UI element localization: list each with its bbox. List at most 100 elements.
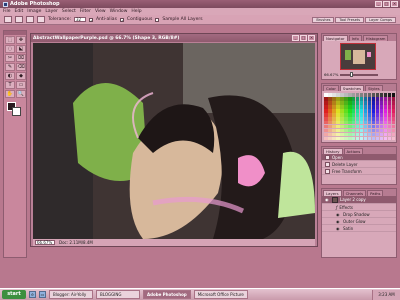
layer-row[interactable]: ◉ Layer 2 copy — [322, 196, 396, 204]
doc-maximize-button[interactable]: □ — [300, 35, 307, 41]
menu-image[interactable]: Image — [27, 9, 41, 14]
sample-all-label: Sample All Layers — [162, 17, 203, 22]
navigator-zoom-value: 66.67% — [324, 72, 339, 77]
document-info: Doc: 2.11M/8.4M — [59, 240, 93, 245]
maximize-button[interactable]: □ — [383, 1, 390, 7]
type-tool[interactable]: T — [5, 81, 15, 89]
palette-tab-layer-comps[interactable]: Layer Comps — [365, 17, 396, 23]
eye-icon[interactable]: ◉ — [336, 219, 341, 224]
show-desktop-icon[interactable]: ▭ — [39, 291, 46, 298]
history-item-delete-layer[interactable]: Delete Layer — [322, 161, 396, 168]
tab-channels[interactable]: Channels — [342, 190, 367, 196]
zoom-tool[interactable]: 🔍 — [16, 90, 26, 98]
move-tool[interactable]: ✥ — [16, 36, 26, 44]
close-button[interactable]: × — [391, 1, 398, 7]
tab-paths[interactable]: Paths — [367, 190, 384, 196]
history-item-label: Open — [332, 154, 343, 160]
system-tray-clock: 3:23 AM — [372, 289, 400, 300]
history-item-label: Free Transform — [332, 168, 362, 174]
background-color[interactable] — [12, 107, 21, 116]
layer-effect-drop-shadow[interactable]: ◉ Drop Shadow — [322, 211, 396, 218]
tab-styles[interactable]: Styles — [365, 85, 383, 91]
history-tabs: History Actions — [322, 147, 396, 154]
tolerance-input[interactable]: 32 — [73, 17, 86, 22]
menu-view[interactable]: View — [95, 9, 106, 14]
brush-tool[interactable]: ✎ — [5, 63, 15, 71]
lasso-tool[interactable]: ◌ — [5, 45, 15, 53]
tab-layers[interactable]: Layers — [323, 190, 342, 196]
ie-icon[interactable]: e — [29, 291, 36, 298]
navigator-zoom-slider[interactable] — [340, 71, 379, 77]
slice-tool[interactable]: ⌧ — [16, 54, 26, 62]
menu-filter[interactable]: Filter — [80, 9, 91, 14]
eye-icon[interactable]: ◉ — [325, 197, 330, 202]
layer-effect-outer-glow[interactable]: ◉ Outer Glow — [322, 218, 396, 225]
crop-tool[interactable]: ✂ — [5, 54, 15, 62]
document-titlebar[interactable]: AbstractWallpaperPurple.psd @ 66.7% (Sha… — [31, 34, 317, 42]
add-selection-button[interactable] — [26, 16, 34, 23]
menu-select[interactable]: Select — [62, 9, 76, 14]
doc-minimize-button[interactable]: _ — [292, 35, 299, 41]
task-blogging-folder[interactable]: BLOGGING — [96, 290, 140, 299]
menu-file[interactable]: File — [3, 9, 11, 14]
new-selection-button[interactable] — [15, 16, 23, 23]
hand-tool[interactable]: ✋ — [5, 90, 15, 98]
tab-actions[interactable]: Actions — [343, 148, 364, 154]
swatches-panel: Color Swatches Styles — [321, 83, 397, 143]
palette-tab-tool-presets[interactable]: Tool Presets — [335, 17, 365, 23]
layer-effects-row[interactable]: ƒ Effects — [322, 204, 396, 211]
tab-histogram[interactable]: Histogram — [362, 35, 389, 41]
start-button[interactable]: start — [2, 290, 26, 299]
layer-effect-satin[interactable]: ◉ Satin — [322, 225, 396, 232]
menu-edit[interactable]: Edit — [15, 9, 24, 14]
history-snapshot-icon — [325, 154, 330, 160]
canvas[interactable] — [33, 43, 315, 239]
tab-color[interactable]: Color — [323, 85, 339, 91]
navigator-thumbnail[interactable] — [340, 43, 376, 70]
magic-wand-preset-button[interactable] — [4, 16, 12, 23]
history-panel: History Actions Open Delete Layer Free T… — [321, 146, 397, 185]
menu-layer[interactable]: Layer — [45, 9, 58, 14]
navigator-zoom: 66.67% — [324, 71, 379, 77]
history-item-label: Delete Layer — [332, 161, 358, 167]
history-item-open[interactable]: Open — [322, 154, 396, 161]
subtract-selection-button[interactable] — [37, 16, 45, 23]
tab-swatches[interactable]: Swatches — [339, 85, 365, 91]
navigator-panel: Navigator Info Histogram 66.67% — [321, 33, 397, 80]
contiguous-checkbox[interactable]: ✓ — [119, 17, 124, 22]
palette-tab-brushes[interactable]: Brushes — [312, 17, 335, 23]
tab-info[interactable]: Info — [348, 35, 362, 41]
layers-panel: Layers Channels Paths ◉ Layer 2 copy ƒ E… — [321, 188, 397, 258]
minimize-button[interactable]: _ — [375, 1, 382, 7]
tab-navigator[interactable]: Navigator — [323, 35, 348, 41]
effects-label: Effects — [339, 204, 354, 210]
effect-name: Outer Glow — [343, 218, 366, 224]
task-office-picture[interactable]: Microsoft Office Picture — [193, 290, 248, 299]
task-blogger[interactable]: Blogger: Air-Yolly — [49, 290, 93, 299]
magic-wand-tool[interactable]: ⬕ — [16, 45, 26, 53]
swatch-cell[interactable] — [391, 136, 396, 141]
sample-all-checkbox[interactable] — [155, 17, 160, 22]
app-title: Adobe Photoshop — [10, 1, 60, 7]
menu-window[interactable]: Window — [110, 9, 128, 14]
shape-tool[interactable]: ▭ — [16, 81, 26, 89]
task-photoshop[interactable]: Adobe Photoshop — [143, 290, 191, 299]
menu-bar: File Edit Image Layer Select Filter View… — [0, 8, 400, 15]
eye-icon[interactable]: ◉ — [336, 226, 341, 231]
menu-help[interactable]: Help — [131, 9, 141, 14]
navigator-preview-image — [341, 44, 375, 69]
eraser-tool[interactable]: ⌫ — [16, 63, 26, 71]
effect-name: Satin — [343, 225, 354, 231]
pen-tool[interactable]: ◆ — [16, 72, 26, 80]
zoom-level-field[interactable]: 66.67% — [35, 240, 55, 245]
photoshop-icon — [3, 1, 8, 7]
history-step-icon — [325, 161, 330, 167]
anti-alias-checkbox[interactable]: ✓ — [88, 17, 93, 22]
zoom-slider-knob[interactable] — [350, 71, 354, 77]
marquee-tool[interactable]: ⬚ — [5, 36, 15, 44]
dodge-tool[interactable]: ◐ — [5, 72, 15, 80]
history-item-free-transform[interactable]: Free Transform — [322, 168, 396, 175]
doc-close-button[interactable]: × — [308, 35, 315, 41]
eye-icon[interactable]: ◉ — [336, 212, 341, 217]
tab-history[interactable]: History — [323, 148, 343, 154]
